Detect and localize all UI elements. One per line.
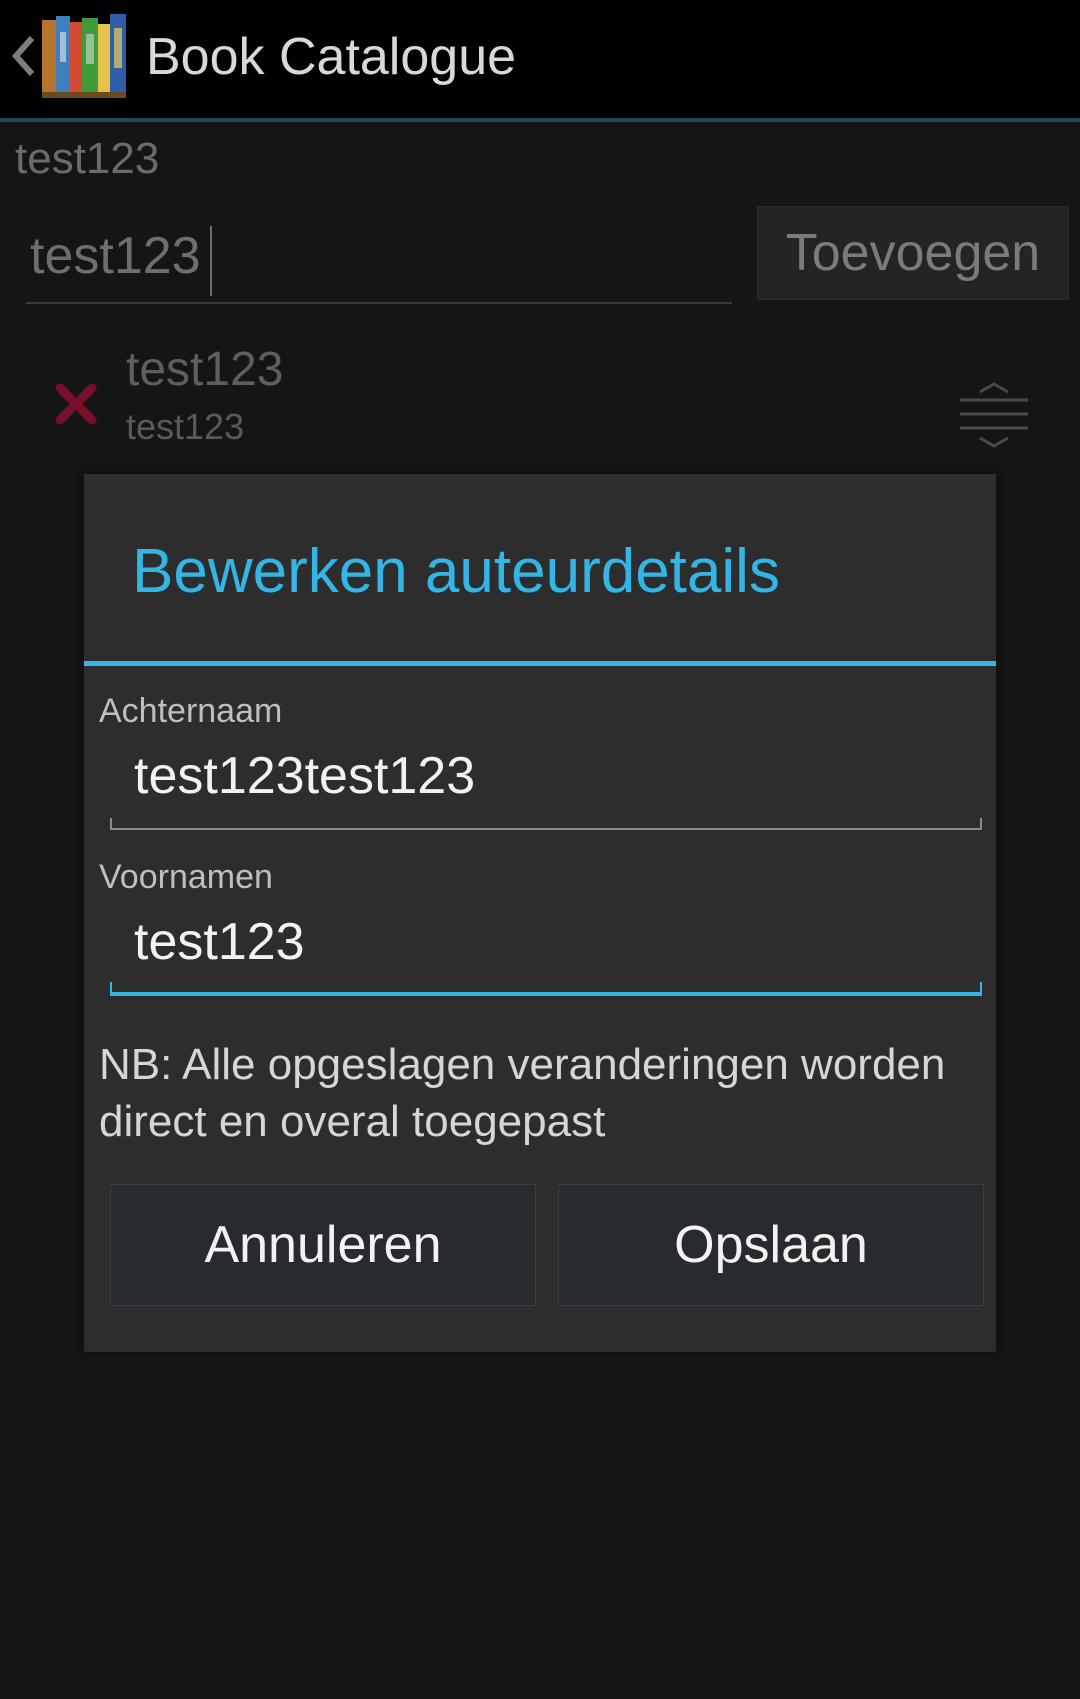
list-item[interactable]: test123 test123	[0, 342, 1080, 472]
family-name-value: test123test123	[134, 747, 476, 805]
book-heading: test123	[15, 134, 160, 183]
cancel-button[interactable]: Annuleren	[110, 1184, 536, 1306]
given-names-label: Voornamen	[99, 858, 273, 896]
list-item-subtitle: test123	[126, 406, 245, 447]
chevron-left-icon[interactable]	[8, 28, 38, 84]
drag-handle-icon[interactable]	[958, 382, 1030, 450]
app-title: Book Catalogue	[146, 28, 517, 86]
given-names-value: test123	[134, 913, 305, 971]
field-edge	[110, 818, 112, 828]
family-name-label: Achternaam	[99, 692, 283, 730]
note-text: NB: Alle opgeslagen veranderingen worden…	[99, 1040, 946, 1146]
action-bar: Book Catalogue	[0, 0, 1080, 122]
text-caret	[210, 226, 212, 296]
dialog-header: Bewerken auteurdetails	[84, 474, 996, 666]
field-edge	[980, 982, 982, 992]
edit-author-dialog: Bewerken auteurdetails Achternaam test12…	[84, 474, 996, 1352]
family-name-field[interactable]: test123test123	[110, 738, 982, 830]
screen: Book Catalogue test123 test123 Toevoegen…	[0, 0, 1080, 1699]
dialog-title: Bewerken auteurdetails	[132, 537, 780, 606]
author-name-input-value: test123	[30, 227, 201, 285]
delete-x-icon[interactable]	[54, 382, 98, 426]
given-names-field[interactable]: test123	[110, 904, 982, 996]
save-button[interactable]: Opslaan	[558, 1184, 984, 1306]
add-button[interactable]: Toevoegen	[757, 206, 1069, 300]
field-edge	[110, 982, 112, 992]
list-item-title: test123	[126, 343, 284, 396]
author-name-input[interactable]: test123	[26, 222, 732, 304]
book-catalogue-app-icon[interactable]	[40, 12, 128, 100]
field-edge	[980, 818, 982, 828]
